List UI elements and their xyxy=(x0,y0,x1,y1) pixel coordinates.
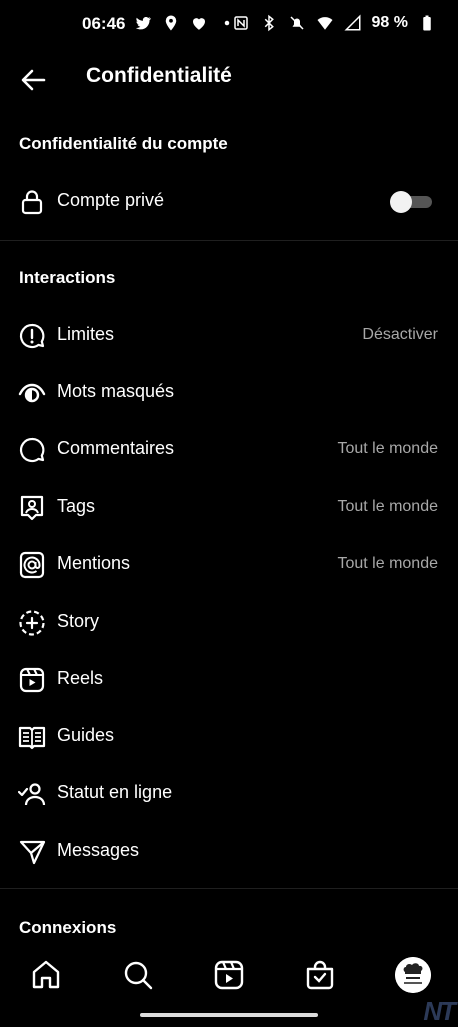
page-title: Confidentialité xyxy=(86,64,232,87)
row-messages[interactable]: Messages xyxy=(0,826,458,876)
row-label: Tags xyxy=(57,496,96,516)
toggle-knob xyxy=(390,191,412,213)
reels-icon xyxy=(19,667,45,693)
shop-icon[interactable] xyxy=(303,958,337,992)
story-add-icon xyxy=(19,610,45,636)
private-account-toggle[interactable] xyxy=(390,191,432,213)
top-bar: Confidentialité xyxy=(0,50,458,108)
heart-icon xyxy=(193,18,205,30)
watermark-logo: NT xyxy=(423,996,456,1026)
limits-icon xyxy=(19,323,45,349)
profile-avatar[interactable] xyxy=(395,957,431,993)
row-commentaires[interactable]: Commentaires Tout le monde xyxy=(0,424,458,474)
row-value: Désactiver xyxy=(362,326,438,343)
location-icon xyxy=(165,15,177,31)
home-icon[interactable] xyxy=(29,958,63,992)
row-mots-masques[interactable]: Mots masqués xyxy=(0,367,458,417)
twitter-icon xyxy=(135,16,152,30)
row-label: Mentions xyxy=(57,553,131,573)
row-label: Reels xyxy=(57,668,104,688)
at-icon xyxy=(19,551,45,579)
private-account-row[interactable]: Compte privé xyxy=(0,176,458,226)
nfc-icon xyxy=(233,16,248,30)
row-value: Tout le monde xyxy=(337,440,438,457)
row-limites[interactable]: Limites Désactiver xyxy=(0,310,458,360)
row-statut-en-ligne[interactable]: Statut en ligne xyxy=(0,768,458,818)
row-label: Mots masqués xyxy=(57,381,175,401)
back-arrow-icon[interactable] xyxy=(14,60,54,100)
tag-person-icon xyxy=(20,495,44,521)
bluetooth-icon xyxy=(264,14,274,32)
reels-icon[interactable] xyxy=(212,958,246,992)
row-label: Commentaires xyxy=(57,438,175,458)
send-icon xyxy=(19,840,46,865)
row-value: Tout le monde xyxy=(337,498,438,515)
row-label: Limites xyxy=(57,324,115,344)
comment-icon xyxy=(19,437,45,463)
section-title-account: Confidentialité du compte xyxy=(19,134,228,153)
status-time: 06:46 xyxy=(82,14,126,33)
row-value: Tout le monde xyxy=(337,555,438,572)
row-reels[interactable]: Reels xyxy=(0,654,458,704)
section-title-interactions: Interactions xyxy=(19,268,116,287)
battery-icon xyxy=(423,15,431,31)
row-mentions[interactable]: Mentions Tout le monde xyxy=(0,539,458,589)
wifi-icon xyxy=(317,17,333,30)
row-label: Story xyxy=(57,611,100,631)
divider xyxy=(0,240,458,241)
row-tags[interactable]: Tags Tout le monde xyxy=(0,482,458,532)
online-status-icon xyxy=(18,783,46,806)
battery-percent: 98 % xyxy=(371,14,408,31)
row-label: Messages xyxy=(57,840,140,860)
search-icon[interactable] xyxy=(121,958,155,992)
home-indicator[interactable] xyxy=(140,1013,318,1017)
row-guides[interactable]: Guides xyxy=(0,711,458,761)
row-story[interactable]: Story xyxy=(0,597,458,647)
section-title-connections: Connexions xyxy=(19,918,117,937)
signal-icon xyxy=(343,14,361,31)
row-label: Guides xyxy=(57,725,115,745)
status-left-icons xyxy=(134,14,236,32)
status-bar: 06:46 98 % xyxy=(0,0,458,50)
private-account-label: Compte privé xyxy=(57,190,165,210)
chef-avatar-icon xyxy=(395,957,431,993)
bottom-nav xyxy=(0,948,458,1002)
mute-icon xyxy=(290,16,304,30)
row-label: Statut en ligne xyxy=(57,782,173,802)
guides-icon xyxy=(18,726,46,750)
status-right-icons: 98 % xyxy=(232,14,436,32)
divider xyxy=(0,888,458,889)
lock-icon xyxy=(21,190,43,215)
hidden-words-icon xyxy=(18,383,46,403)
